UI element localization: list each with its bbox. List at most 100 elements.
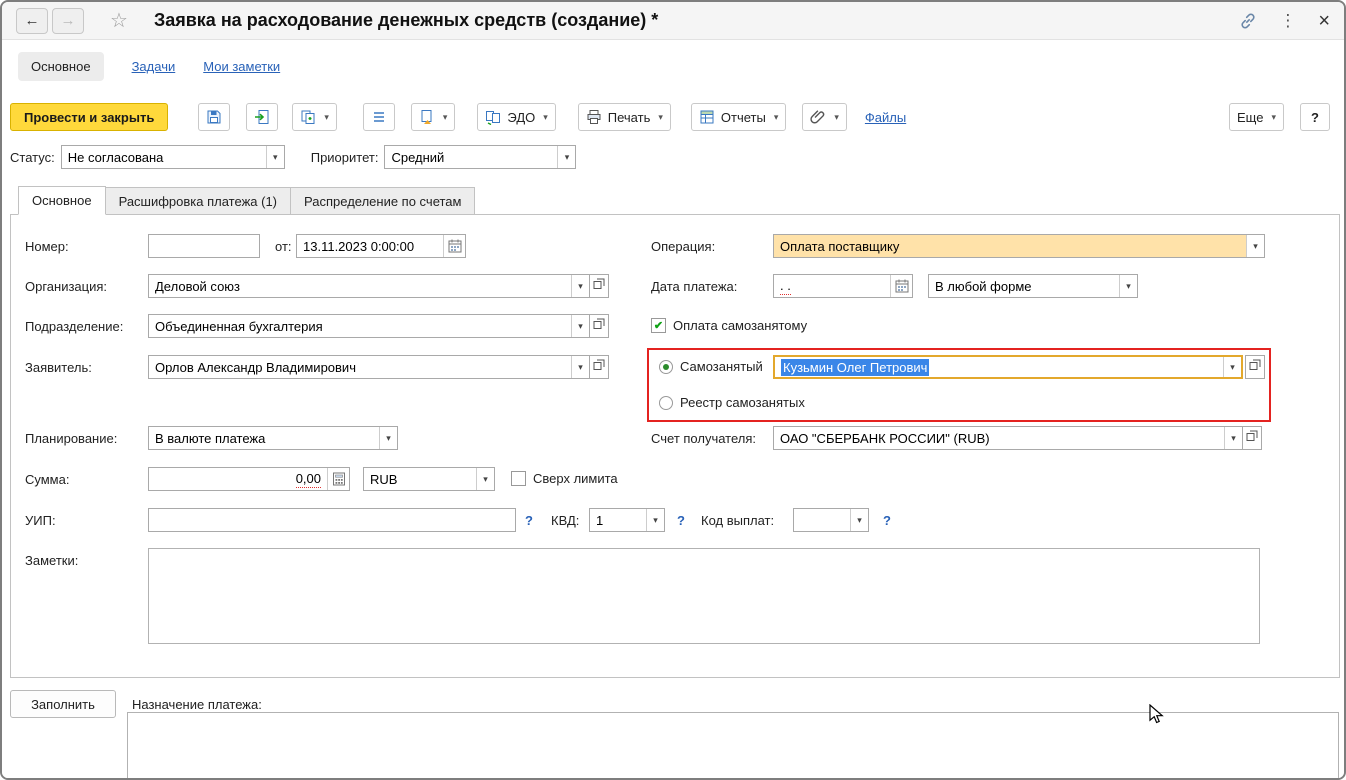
chevron-down-icon[interactable]: ▾: [571, 275, 589, 297]
organization-open-button[interactable]: [589, 274, 609, 298]
back-button[interactable]: ←: [16, 7, 48, 34]
chevron-down-icon[interactable]: ▾: [1119, 275, 1137, 297]
currency-combobox[interactable]: RUB ▾: [363, 467, 495, 491]
status-value: Не согласована: [67, 149, 164, 165]
attachments-button[interactable]: ▾: [802, 103, 847, 131]
department-combobox[interactable]: Объединенная бухгалтерия ▾: [148, 314, 590, 338]
files-link[interactable]: Файлы: [865, 110, 906, 125]
fill-button[interactable]: Заполнить: [10, 690, 116, 718]
save-button[interactable]: [198, 103, 231, 131]
self-employed-open-button[interactable]: [1245, 355, 1265, 379]
edo-button[interactable]: ЭДО ▾: [477, 103, 556, 131]
document-date-value: 13.11.2023 0:00:00: [303, 238, 415, 254]
kvd-help-link[interactable]: ?: [677, 508, 691, 532]
close-icon[interactable]: ×: [1318, 11, 1330, 31]
post-document-button[interactable]: [246, 103, 279, 131]
nav-tasks[interactable]: Задачи: [132, 59, 176, 74]
notes-textarea[interactable]: [148, 548, 1260, 644]
post-and-close-button[interactable]: Провести и закрыть: [10, 103, 169, 131]
kebab-menu-icon[interactable]: ⋮: [1279, 12, 1296, 29]
favorite-star-icon[interactable]: ☆: [110, 11, 128, 31]
self-employed-radio[interactable]: [659, 359, 673, 374]
open-object-icon: [1249, 358, 1261, 376]
operation-label: Операция:: [651, 238, 716, 254]
payment-date-input[interactable]: . .: [773, 274, 913, 298]
recipient-account-label: Счет получателя:: [651, 430, 757, 446]
open-object-icon: [593, 358, 605, 376]
more-button[interactable]: Еще ▾: [1229, 103, 1284, 131]
applicant-combobox[interactable]: Орлов Александр Владимирович ▾: [148, 355, 590, 379]
uip-help-link[interactable]: ?: [525, 508, 539, 532]
chevron-down-icon[interactable]: ▾: [850, 509, 868, 531]
chevron-down-icon: ▾: [658, 111, 663, 122]
section-nav: Основное Задачи Мои заметки: [2, 41, 1344, 91]
edo-label: ЭДО: [507, 109, 536, 125]
pay-self-employed-row: ✔ Оплата самозанятому: [651, 318, 807, 333]
chevron-down-icon[interactable]: ▾: [571, 356, 589, 378]
forward-icon: →: [60, 12, 76, 29]
payment-form-combobox[interactable]: В любой форме ▾: [928, 274, 1138, 298]
registry-radio[interactable]: [659, 395, 673, 410]
operation-value: Оплата поставщику: [774, 235, 1246, 257]
chevron-down-icon: ▾: [442, 111, 448, 122]
planning-combobox[interactable]: В валюте платежа ▾: [148, 426, 398, 450]
register-records-button[interactable]: [362, 103, 395, 131]
tab-account-distribution[interactable]: Распределение по счетам: [290, 187, 476, 215]
forward-button[interactable]: →: [52, 7, 84, 34]
recipient-account-open-button[interactable]: [1242, 426, 1262, 450]
self-employed-value: Кузьмин Олег Петрович: [781, 358, 930, 376]
payout-code-combobox[interactable]: ▾: [793, 508, 869, 532]
reports-button[interactable]: Отчеты ▾: [690, 103, 787, 131]
chevron-down-icon[interactable]: ▾: [571, 315, 589, 337]
chevron-down-icon[interactable]: ▾: [557, 146, 576, 168]
tab-payment-decoding[interactable]: Расшифровка платежа (1): [104, 187, 292, 215]
chevron-down-icon[interactable]: ▾: [1223, 357, 1241, 377]
payment-purpose-textarea[interactable]: [127, 712, 1339, 778]
register-records-icon: [371, 109, 387, 125]
recipient-account-value: ОАО "СБЕРБАНК РОССИИ" (RUB): [780, 430, 990, 446]
chevron-down-icon[interactable]: ▾: [1246, 235, 1264, 257]
self-employed-highlight-box: Самозанятый Кузьмин Олег Петрович ▾ Реес…: [647, 348, 1271, 422]
calendar-icon[interactable]: [443, 235, 465, 257]
operation-combobox[interactable]: Оплата поставщику ▾: [773, 234, 1265, 258]
nav-notes[interactable]: Мои заметки: [203, 59, 280, 74]
kvd-combobox[interactable]: 1 ▾: [589, 508, 665, 532]
organization-combobox[interactable]: Деловой союз ▾: [148, 274, 590, 298]
chevron-down-icon[interactable]: ▾: [646, 509, 664, 531]
amount-input[interactable]: 0,00: [148, 467, 350, 491]
status-combobox[interactable]: Не согласована ▾: [60, 145, 285, 169]
nav-main[interactable]: Основное: [18, 51, 104, 81]
help-button[interactable]: ?: [1300, 103, 1330, 131]
priority-combobox[interactable]: Средний ▾: [384, 145, 577, 169]
recipient-account-combobox[interactable]: ОАО "СБЕРБАНК РОССИИ" (RUB) ▾: [773, 426, 1243, 450]
calendar-icon[interactable]: [890, 275, 912, 297]
from-label: от:: [275, 238, 292, 254]
applicant-label: Заявитель:: [25, 359, 92, 375]
copy-button[interactable]: ▾: [292, 103, 337, 131]
chevron-down-icon[interactable]: ▾: [265, 146, 284, 168]
uip-input[interactable]: [148, 508, 516, 532]
pay-self-employed-checkbox[interactable]: ✔: [651, 318, 666, 333]
priority-label: Приоритет:: [310, 149, 379, 165]
chevron-down-icon[interactable]: ▾: [379, 427, 397, 449]
more-label: Еще: [1237, 109, 1264, 125]
footer: Заполнить Назначение платежа:: [2, 678, 1344, 778]
create-based-on-button[interactable]: ▾: [410, 103, 456, 131]
payout-code-help-link[interactable]: ?: [883, 508, 897, 532]
calculator-icon[interactable]: [327, 468, 349, 490]
department-open-button[interactable]: [589, 314, 609, 338]
self-employed-combobox[interactable]: Кузьмин Олег Петрович ▾: [773, 355, 1243, 379]
applicant-value: Орлов Александр Владимирович: [155, 359, 356, 375]
chevron-down-icon: ▾: [543, 111, 548, 122]
chevron-down-icon[interactable]: ▾: [476, 468, 494, 490]
chevron-down-icon[interactable]: ▾: [1224, 427, 1242, 449]
applicant-open-button[interactable]: [589, 355, 609, 379]
form-tabs: Основное Расшифровка платежа (1) Распред…: [2, 186, 1344, 215]
over-limit-checkbox[interactable]: [511, 471, 526, 486]
print-button[interactable]: Печать ▾: [577, 103, 671, 131]
get-link-icon[interactable]: [1239, 12, 1257, 30]
number-input[interactable]: [148, 234, 260, 258]
tab-main[interactable]: Основное: [18, 186, 106, 215]
document-date-input[interactable]: 13.11.2023 0:00:00: [296, 234, 466, 258]
application-window: ← → ☆ Заявка на расходование денежных ср…: [0, 0, 1346, 780]
